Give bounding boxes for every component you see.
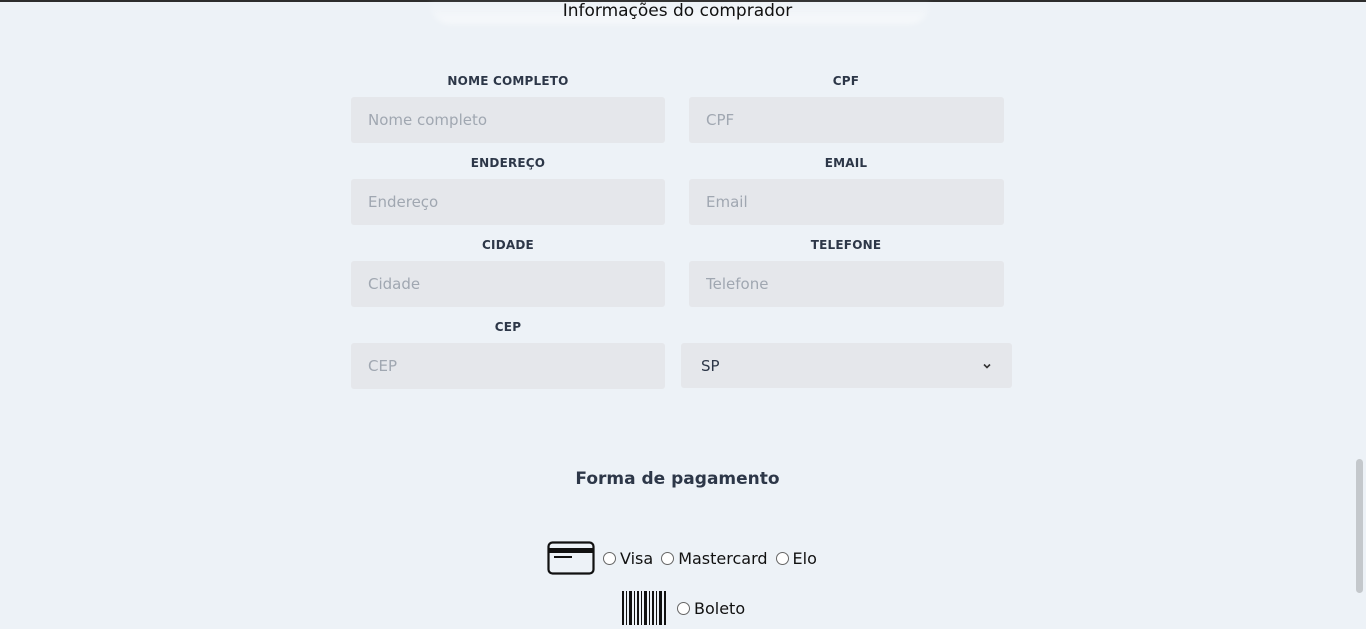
address-input[interactable] — [351, 179, 665, 225]
cep-input[interactable] — [351, 343, 665, 389]
state-select-value: SP — [701, 356, 720, 375]
phone-label: TELEFONE — [810, 238, 882, 252]
credit-card-icon — [547, 541, 595, 575]
cpf-input[interactable] — [689, 97, 1004, 143]
full-name-input[interactable] — [351, 97, 665, 143]
cpf-label: CPF — [832, 74, 860, 88]
visa-radio[interactable] — [603, 551, 616, 565]
boleto-label: Boleto — [694, 598, 746, 618]
city-input[interactable] — [351, 261, 665, 307]
mastercard-radio[interactable] — [661, 551, 675, 565]
elo-option[interactable]: Elo — [775, 548, 817, 568]
card-options-row: Visa Mastercard Elo — [547, 541, 825, 575]
scrollbar-thumb[interactable] — [1356, 459, 1363, 593]
buyer-info-title: Informações do comprador — [562, 1, 793, 21]
payment-method-title: Forma de pagamento — [575, 469, 780, 489]
phone-input[interactable] — [689, 261, 1004, 307]
elo-radio[interactable] — [775, 551, 789, 565]
visa-label: Visa — [620, 548, 654, 568]
state-select[interactable]: SP — [681, 343, 1012, 388]
boleto-option[interactable]: Boleto — [677, 599, 745, 618]
email-label: EMAIL — [824, 156, 868, 170]
mastercard-label: Mastercard — [678, 548, 768, 568]
city-label: CIDADE — [482, 238, 534, 252]
chevron-down-icon — [983, 363, 991, 369]
boleto-option-row: Boleto — [621, 591, 753, 625]
barcode-icon — [622, 591, 666, 625]
full-name-label: NOME COMPLETO — [447, 74, 569, 88]
mastercard-option[interactable]: Mastercard — [661, 548, 768, 568]
email-input[interactable] — [689, 179, 1004, 225]
cep-label: CEP — [494, 320, 522, 334]
elo-label: Elo — [792, 548, 817, 568]
boleto-radio[interactable] — [677, 601, 690, 615]
visa-option[interactable]: Visa — [603, 549, 653, 568]
address-label: ENDEREÇO — [470, 156, 546, 170]
